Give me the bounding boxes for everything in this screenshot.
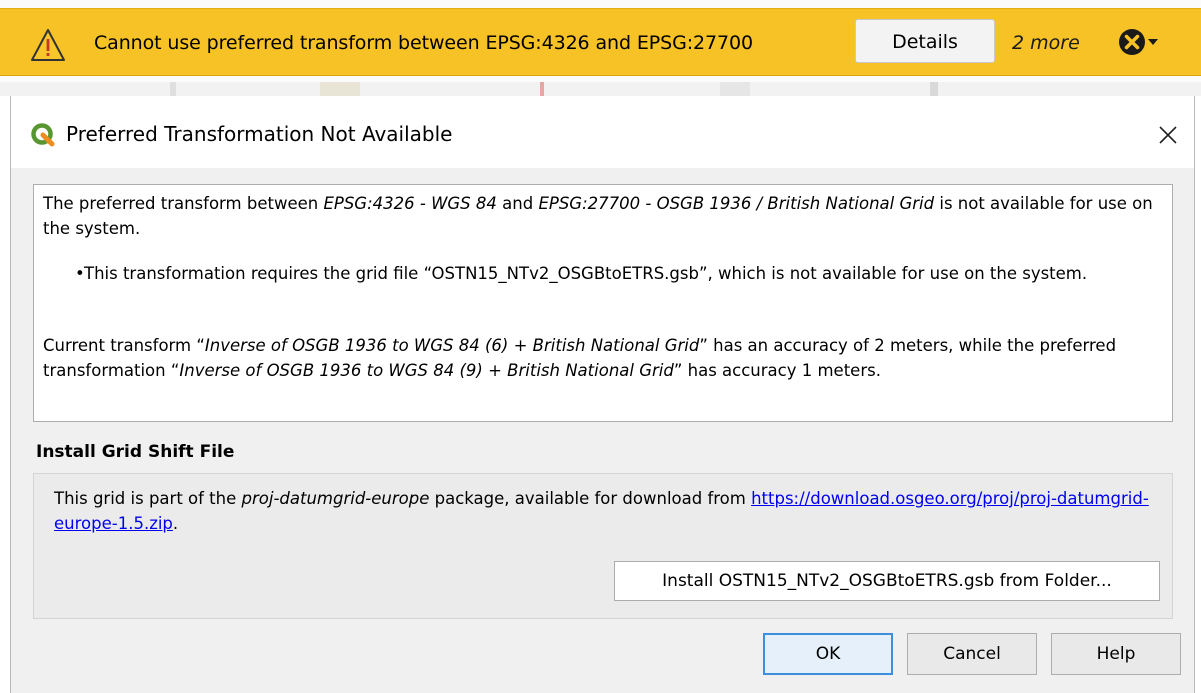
dialog-title: Preferred Transformation Not Available [66, 122, 453, 146]
qgis-logo-icon [31, 123, 55, 147]
preferred-transform: Inverse of OSGB 1936 to WGS 84 (9) + Bri… [179, 361, 674, 380]
message-text-box: The preferred transform between EPSG:432… [33, 184, 1173, 422]
close-icon[interactable] [1157, 124, 1179, 146]
cancel-button[interactable]: Cancel [907, 633, 1037, 675]
message-bar-area: Cannot use preferred transform between E… [0, 0, 1201, 82]
accuracy-message: Current transform “Inverse of OSGB 1936 … [43, 336, 1117, 380]
map-canvas-edge [0, 82, 1201, 96]
message-bar-text: Cannot use preferred transform between E… [94, 32, 753, 54]
destination-crs: EPSG:27700 - OSGB 1936 / British Nationa… [538, 194, 935, 213]
preferred-transformation-dialog: Preferred Transformation Not Available T… [10, 96, 1195, 693]
details-button[interactable]: Details [855, 19, 995, 63]
current-transform: Inverse of OSGB 1936 to WGS 84 (6) + Bri… [204, 336, 700, 355]
install-grid-section-label: Install Grid Shift File [36, 442, 235, 462]
warning-triangle-icon [31, 29, 65, 61]
dialog-titlebar: Preferred Transformation Not Available [11, 96, 1194, 168]
source-crs: EPSG:4326 - WGS 84 [323, 194, 497, 213]
message-bar: Cannot use preferred transform between E… [0, 8, 1201, 76]
grid-file-bullet: • This transformation requires the grid f… [43, 261, 1161, 286]
install-from-folder-button[interactable]: Install OSTN15_NTv2_OSGBtoETRS.gsb from … [614, 561, 1160, 601]
bullet: • [75, 264, 85, 283]
install-grid-panel: This grid is part of the proj-datumgrid-… [33, 473, 1173, 619]
ok-button[interactable]: OK [763, 633, 893, 675]
more-messages-link[interactable]: 2 more [1012, 31, 1080, 55]
chevron-down-icon [1148, 39, 1158, 45]
help-button[interactable]: Help [1051, 633, 1181, 675]
close-circle-icon[interactable] [1118, 26, 1178, 58]
grid-package-text: This grid is part of the proj-datumgrid-… [54, 489, 1149, 533]
package-name: proj-datumgrid-europe [241, 489, 430, 508]
unavailable-message: The preferred transform between EPSG:432… [43, 194, 1153, 238]
